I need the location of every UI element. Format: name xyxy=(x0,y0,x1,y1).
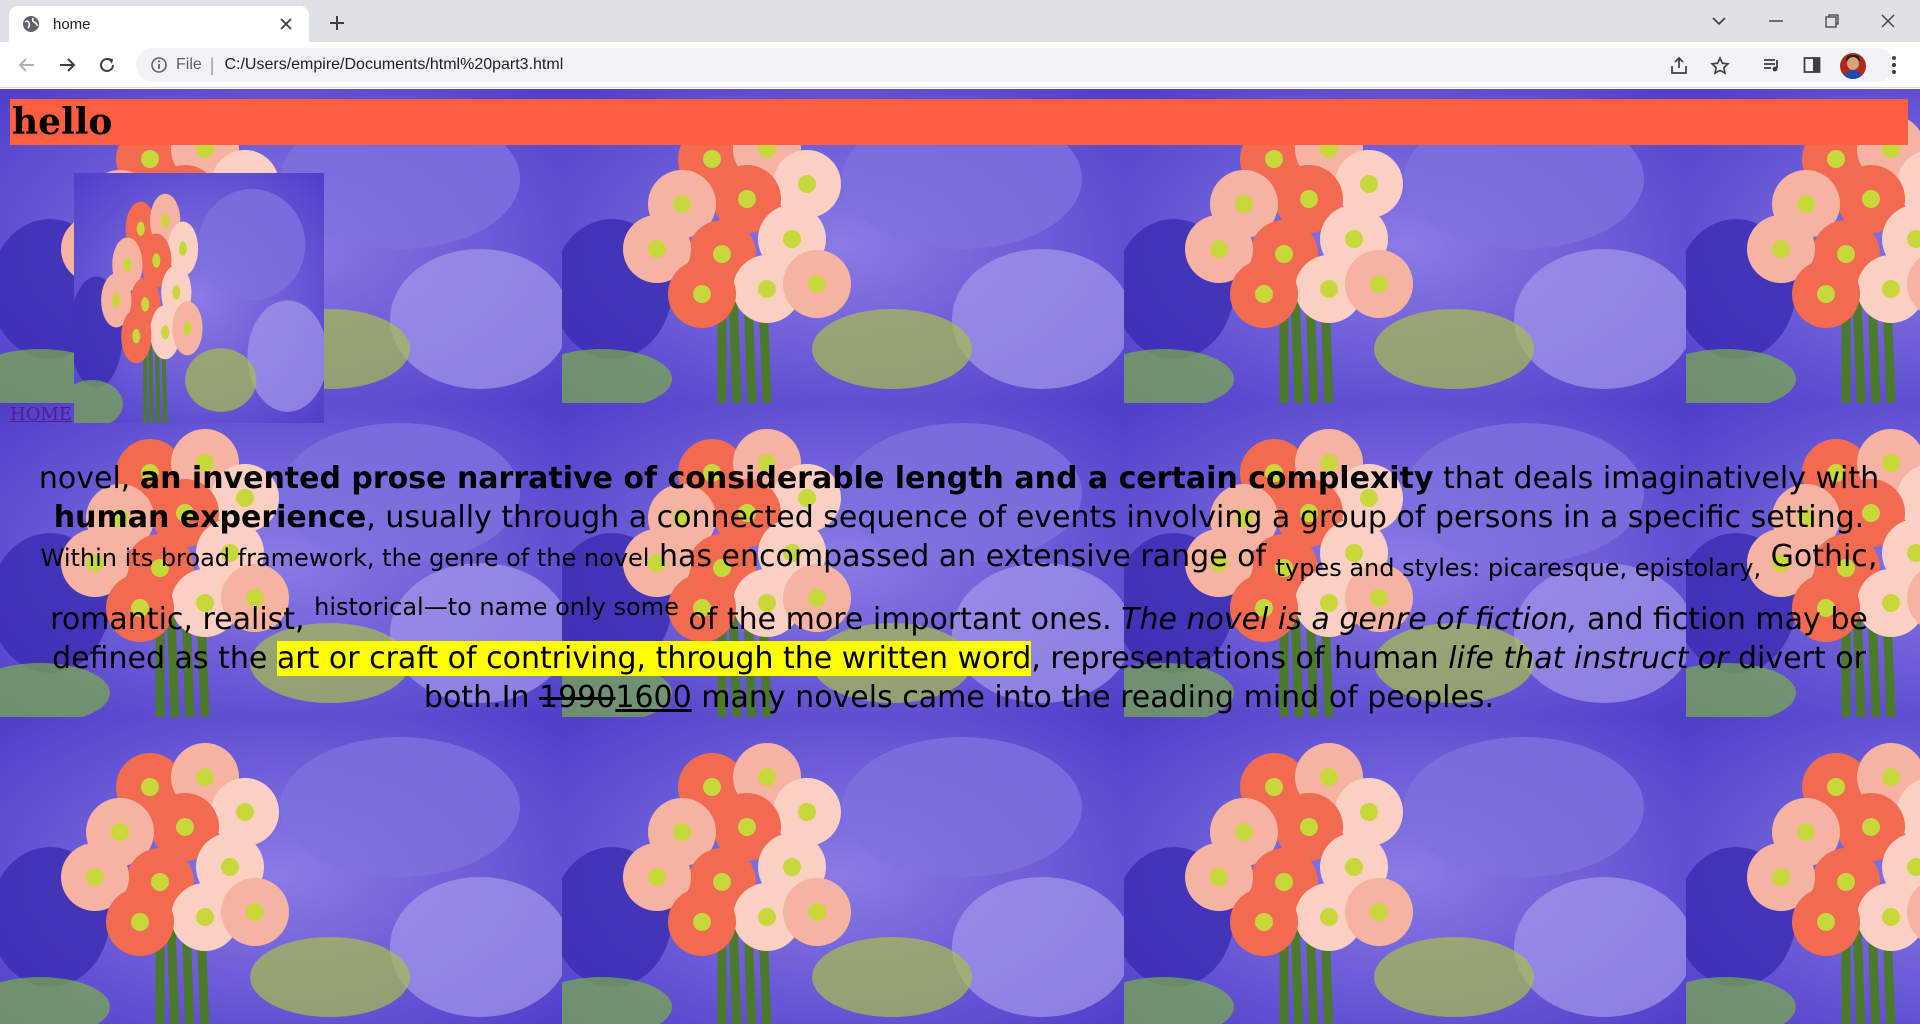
minimize-icon[interactable] xyxy=(1748,0,1804,42)
background-tile xyxy=(562,717,1124,1024)
close-window-icon[interactable] xyxy=(1860,0,1916,42)
url-scheme-label: File xyxy=(176,56,202,73)
info-icon[interactable] xyxy=(150,56,168,74)
share-icon[interactable] xyxy=(1666,53,1692,79)
article-text: , usually through a connected sequence o… xyxy=(366,500,1865,535)
article-text: novel, xyxy=(38,461,140,496)
tab-title: home xyxy=(53,15,91,33)
flower-image xyxy=(74,173,324,423)
article-text: that deals imaginatively with xyxy=(1433,461,1880,496)
new-tab-icon[interactable] xyxy=(322,8,352,38)
profile-avatar[interactable] xyxy=(1840,53,1866,79)
article-subscript-text: types and styles: picaresque, epistolary… xyxy=(1275,554,1762,582)
home-link[interactable]: HOME xyxy=(10,404,72,425)
restore-icon[interactable] xyxy=(1804,0,1860,42)
more-menu-icon[interactable] xyxy=(1880,51,1908,79)
article-bold-text: an invented prose narrative of considera… xyxy=(139,461,1434,496)
url-separator: | xyxy=(209,54,215,75)
background-tile xyxy=(0,717,562,1024)
article-italic-text: The novel is a genre of fiction, xyxy=(1121,602,1578,637)
tab-search-chevron-icon[interactable] xyxy=(1691,0,1747,42)
globe-icon xyxy=(21,14,41,34)
article-inserted-text: 1600 xyxy=(615,680,692,715)
article-text: of the more important ones. xyxy=(678,602,1122,637)
article-text: many novels came into the reading mind o… xyxy=(691,680,1495,715)
side-panel-icon[interactable] xyxy=(1798,51,1826,79)
article-italic-text: life that instruct or xyxy=(1448,641,1729,676)
close-tab-icon[interactable] xyxy=(275,13,297,35)
article-deleted-text: 1990 xyxy=(539,680,616,715)
url-text[interactable]: C:/Users/empire/Documents/html%20part3.h… xyxy=(224,56,563,74)
reload-icon[interactable] xyxy=(91,49,123,81)
forward-arrow-icon[interactable] xyxy=(51,49,83,81)
browser-toolbar: File | C:/Users/empire/Documents/html%20… xyxy=(0,42,1920,88)
article-superscript-text: historical—to name only some xyxy=(314,593,679,621)
page-body: hello HOME novel, an invented prose narr… xyxy=(0,89,1920,1024)
bookmark-star-icon[interactable] xyxy=(1707,53,1733,79)
article-text: , representations of human xyxy=(1031,641,1449,676)
article-text: has encompassed an extensive range of xyxy=(649,539,1276,574)
back-arrow-icon[interactable] xyxy=(11,49,43,81)
article-highlighted-text: art or craft of contriving, through the … xyxy=(276,641,1032,676)
media-queue-icon[interactable] xyxy=(1758,51,1786,79)
novel-article: novel, an invented prose narrative of co… xyxy=(14,459,1904,717)
address-bar[interactable]: File | C:/Users/empire/Documents/html%20… xyxy=(136,48,1894,82)
page-heading: hello xyxy=(10,99,1908,145)
article-bold-text: human experience xyxy=(53,500,367,535)
background-tile xyxy=(1686,717,1920,1024)
tab-strip: home xyxy=(0,0,1920,42)
article-small-text: Within its broad framework, the genre of… xyxy=(40,544,650,572)
tab-home[interactable]: home xyxy=(9,6,309,42)
background-tile xyxy=(1124,717,1686,1024)
